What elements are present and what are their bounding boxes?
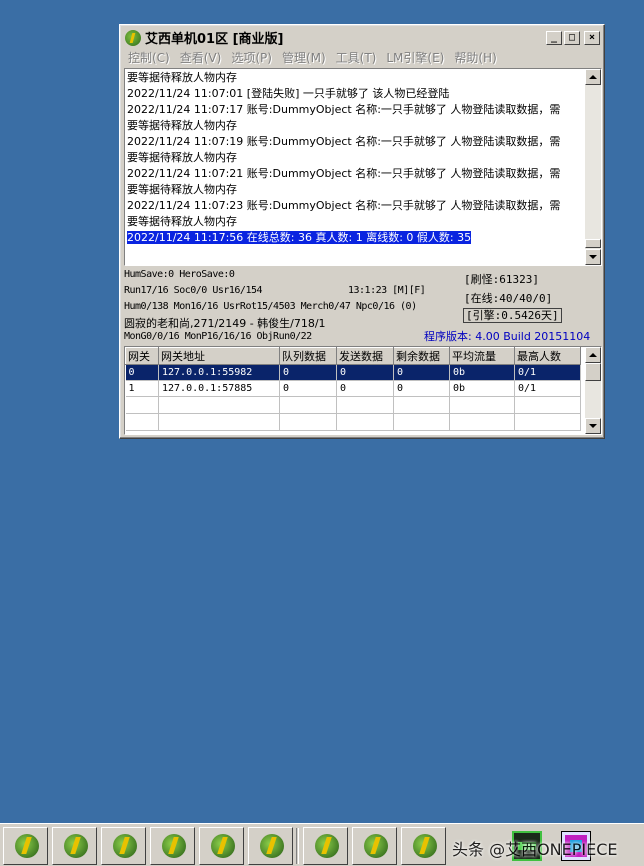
taskbar-app-button[interactable] (52, 827, 97, 865)
col-queue-data[interactable]: 队列数据 (279, 347, 337, 365)
program-version: 程序版本: 4.00 Build 20151104 (424, 330, 591, 343)
log-line: 2022/11/24 11:07:19 账号:DummyObject 名称:一只… (127, 135, 561, 148)
table-header: 网关 网关地址 队列数据 发送数据 剩余数据 平均流量 最高人数 (125, 347, 581, 365)
engine-uptime: [引擎:0.5426天] (463, 308, 562, 323)
menu-bar: 控制(C) 查看(V) 选项(P) 管理(M) 工具(T) LM引擎(E) 帮助… (123, 48, 601, 67)
maximize-button[interactable]: □ (564, 30, 580, 45)
gateway-grid[interactable]: 网关 网关地址 队列数据 发送数据 剩余数据 平均流量 最高人数 0 127.0… (124, 346, 602, 435)
status-counters: Hum0/138 Mon16/16 UsrRot15/4503 Merch0/4… (124, 301, 417, 312)
log-line: 要等据待释放人物内存 (127, 71, 237, 84)
scroll-thumb[interactable] (585, 363, 601, 381)
col-max-users[interactable]: 最高人数 (514, 347, 581, 365)
cell: 1 (125, 380, 159, 397)
status-run: Run17/16 Soc0/0 Usr16/154 (124, 285, 263, 296)
grid-scrollbar[interactable] (585, 347, 601, 434)
gateway-table: 网关 网关地址 队列数据 发送数据 剩余数据 平均流量 最高人数 0 127.0… (125, 347, 581, 431)
status-panel: HumSave:0 HeroSave:0 Run17/16 Soc0/0 Usr… (124, 268, 602, 346)
taskbar: 头条 @艾西ONEPIECE (0, 823, 644, 866)
col-gateway-address[interactable]: 网关地址 (158, 347, 280, 365)
table-row-empty (125, 396, 581, 414)
taskbar-app-button[interactable] (199, 827, 244, 865)
game-server-icon (15, 834, 39, 858)
menu-control[interactable]: 控制(C) (123, 49, 175, 66)
col-remaining-data[interactable]: 剩余数据 (393, 347, 450, 365)
taskbar-app-button[interactable] (101, 827, 146, 865)
watermark: 头条 @艾西ONEPIECE (452, 840, 618, 859)
online-counter: [在线:40/40/0] (464, 292, 553, 305)
game-server-icon (211, 834, 235, 858)
col-send-data[interactable]: 发送数据 (336, 347, 394, 365)
taskbar-app-button[interactable] (3, 827, 48, 865)
taskbar-separator (296, 828, 299, 864)
cell: 0b (449, 380, 515, 397)
taskbar-app-button[interactable] (150, 827, 195, 865)
cell: 0 (393, 380, 450, 397)
game-server-icon (413, 834, 437, 858)
status-save: HumSave:0 HeroSave:0 (124, 269, 235, 280)
log-panel[interactable]: 要等据待释放人物内存 2022/11/24 11:07:01 [登陆失败] 一只… (124, 68, 602, 266)
log-line: 2022/11/24 11:07:23 账号:DummyObject 名称:一只… (127, 199, 561, 212)
window-title: 艾西单机01区 [商业版] (145, 32, 284, 47)
cell: 127.0.0.1:55982 (158, 364, 280, 381)
app-icon (125, 29, 141, 46)
log-line: 要等据待释放人物内存 (127, 183, 237, 196)
cell: 0 (393, 364, 450, 381)
refresh-counter: [刷怪:61323] (464, 273, 539, 286)
game-server-icon (113, 834, 137, 858)
cell: 0 (279, 364, 337, 381)
cell: 0/1 (514, 380, 581, 397)
col-gateway[interactable]: 网关 (125, 347, 159, 365)
scroll-up-arrow-icon[interactable] (585, 347, 601, 363)
scroll-down-arrow-icon[interactable] (585, 249, 601, 265)
log-line-selected[interactable]: 2022/11/24 11:17:56 在线总数: 36 真人数: 1 离线数:… (127, 230, 582, 246)
title-bar[interactable]: 艾西单机01区 [商业版] _ □ × (123, 28, 601, 47)
close-button[interactable]: × (584, 30, 600, 45)
minimize-button[interactable]: _ (546, 30, 562, 45)
menu-help[interactable]: 帮助(H) (449, 49, 501, 66)
cell: 0/1 (514, 364, 581, 381)
table-row-empty (125, 413, 581, 431)
log-line: 2022/11/24 11:07:21 账号:DummyObject 名称:一只… (127, 167, 561, 180)
game-server-icon (260, 834, 284, 858)
cell: 0b (449, 364, 515, 381)
menu-tools[interactable]: 工具(T) (331, 49, 382, 66)
table-row[interactable]: 1 127.0.0.1:57885 0 0 0 0b 0/1 (125, 380, 581, 397)
log-line: 要等据待释放人物内存 (127, 119, 237, 132)
scroll-down-arrow-icon[interactable] (585, 418, 601, 434)
log-line: 要等据待释放人物内存 (127, 151, 237, 164)
cell: 127.0.0.1:57885 (158, 380, 280, 397)
menu-options[interactable]: 选项(P) (226, 49, 277, 66)
cell: 0 (279, 380, 337, 397)
game-server-icon (162, 834, 186, 858)
game-server-window: 艾西单机01区 [商业版] _ □ × 控制(C) 查看(V) 选项(P) 管理… (119, 24, 605, 439)
scroll-thumb[interactable] (585, 239, 601, 248)
col-avg-traffic[interactable]: 平均流量 (449, 347, 515, 365)
status-monsters: MonG0/0/16 MonP16/16/16 ObjRun0/22 (124, 331, 312, 342)
menu-view[interactable]: 查看(V) (175, 49, 227, 66)
scroll-up-arrow-icon[interactable] (585, 69, 601, 85)
cell: 0 (336, 380, 394, 397)
taskbar-app-button[interactable] (401, 827, 446, 865)
table-row[interactable]: 0 127.0.0.1:55982 0 0 0 0b 0/1 (125, 364, 581, 381)
cell: 0 (336, 364, 394, 381)
status-time: 13:1:23 [M][F] (348, 285, 426, 296)
game-server-icon (315, 834, 339, 858)
log-line: 要等据待释放人物内存 (127, 215, 237, 228)
menu-manage[interactable]: 管理(M) (277, 49, 331, 66)
title-buttons: _ □ × (546, 30, 600, 45)
status-player: 圆寂的老和尚,271/2149 - 韩俊生/718/1 (124, 317, 326, 330)
log-line: 2022/11/24 11:07:17 账号:DummyObject 名称:一只… (127, 103, 561, 116)
game-server-icon (64, 834, 88, 858)
taskbar-app-button[interactable] (248, 827, 293, 865)
log-line: 2022/11/24 11:07:01 [登陆失败] 一只手就够了 该人物已经登… (127, 87, 450, 100)
taskbar-app-button[interactable] (352, 827, 397, 865)
selected-log-text: 2022/11/24 11:17:56 在线总数: 36 真人数: 1 离线数:… (127, 231, 472, 244)
taskbar-app-button[interactable] (303, 827, 348, 865)
cell: 0 (125, 364, 159, 381)
game-server-icon (364, 834, 388, 858)
log-lines: 要等据待释放人物内存 2022/11/24 11:07:01 [登陆失败] 一只… (127, 70, 582, 246)
log-scrollbar[interactable] (585, 69, 601, 265)
menu-lm-engine[interactable]: LM引擎(E) (381, 49, 449, 66)
